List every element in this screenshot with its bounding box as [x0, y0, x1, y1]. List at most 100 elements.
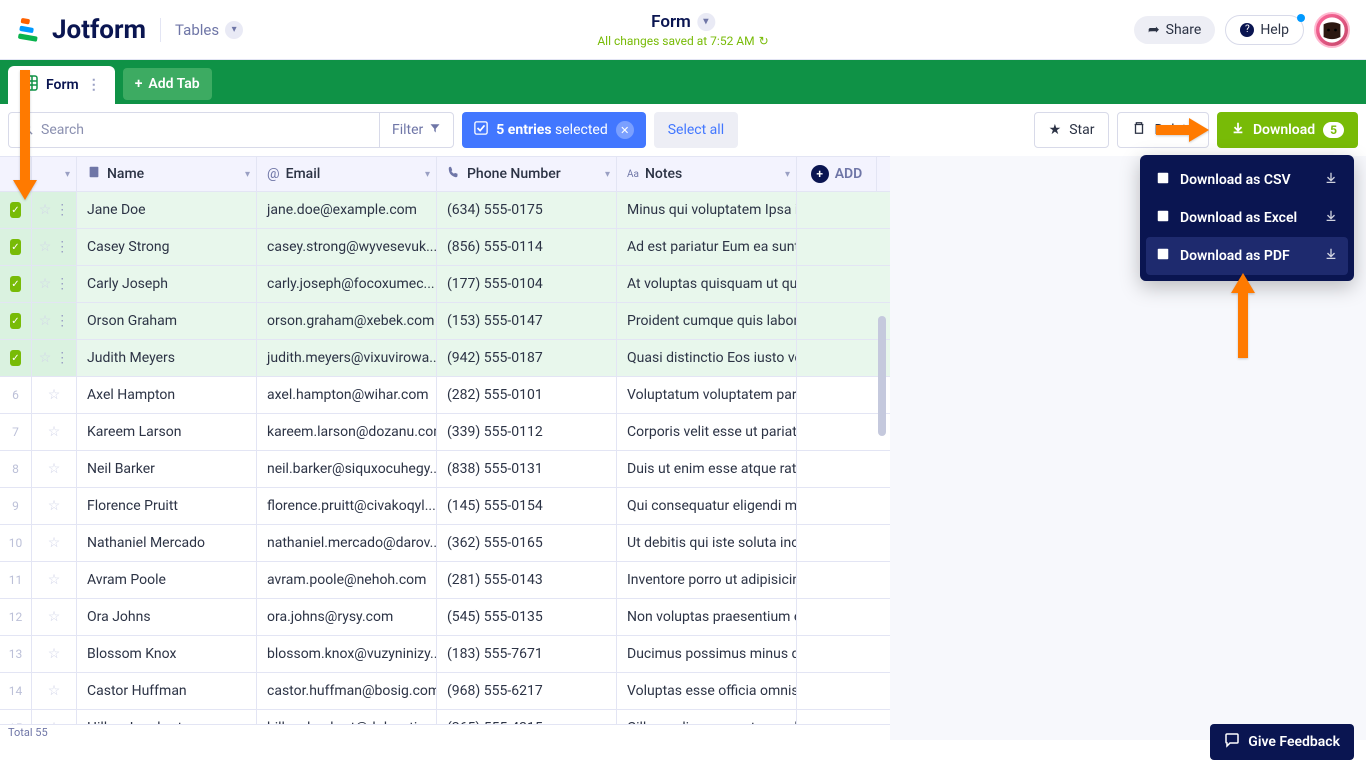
table-row[interactable]: 12☆Ora Johnsora.johns@rysy.com(545) 555-… — [0, 599, 890, 636]
avatar[interactable] — [1314, 12, 1350, 48]
search-box[interactable] — [9, 113, 379, 147]
cell-phone[interactable]: (281) 555-0143 — [437, 562, 617, 598]
cell-name[interactable]: Casey Strong — [77, 229, 257, 265]
cell-name[interactable]: Axel Hampton — [77, 377, 257, 413]
cell-name[interactable]: Neil Barker — [77, 451, 257, 487]
download-excel-item[interactable]: Download as Excel — [1146, 199, 1348, 237]
table-row[interactable]: 11☆Avram Pooleavram.poole@nehoh.com(281)… — [0, 562, 890, 599]
cell-name[interactable]: Kareem Larson — [77, 414, 257, 450]
cell-notes[interactable]: Non voluptas praesentium e... — [617, 599, 797, 635]
star-outline-icon[interactable]: ☆ — [48, 424, 61, 440]
cell-name[interactable]: Ora Johns — [77, 599, 257, 635]
feedback-button[interactable]: Give Feedback — [1210, 724, 1354, 760]
star-outline-icon[interactable]: ☆ — [48, 572, 61, 588]
cell-notes[interactable]: Proident cumque quis labor... — [617, 303, 797, 339]
star-outline-icon[interactable]: ☆ — [39, 239, 52, 255]
cell-phone[interactable]: (177) 555-0104 — [437, 266, 617, 302]
search-input[interactable] — [41, 122, 369, 138]
form-title[interactable]: Form ▾ — [597, 12, 768, 32]
cell-phone[interactable]: (145) 555-0154 — [437, 488, 617, 524]
download-button[interactable]: Download 5 — [1217, 112, 1358, 148]
checkbox-checked-icon[interactable]: ✓ — [10, 350, 21, 366]
cell-name[interactable]: Blossom Knox — [77, 636, 257, 672]
add-tab-button[interactable]: + Add Tab — [123, 68, 212, 100]
cell-notes[interactable]: Quasi distinctio Eos iusto ve... — [617, 340, 797, 376]
cell-notes[interactable]: Voluptatum voluptatem pari... — [617, 377, 797, 413]
star-outline-icon[interactable]: ☆ — [48, 646, 61, 662]
scrollbar[interactable] — [878, 316, 886, 436]
column-notes[interactable]: Aa Notes ▾ — [617, 157, 797, 191]
cell-email[interactable]: blossom.knox@vuzyninizy... — [257, 636, 437, 672]
share-button[interactable]: ➦ Share — [1134, 16, 1215, 44]
column-phone[interactable]: Phone Number ▾ — [437, 157, 617, 191]
cell-phone[interactable]: (968) 555-6217 — [437, 673, 617, 709]
table-row[interactable]: 6☆Axel Hamptonaxel.hampton@wihar.com(282… — [0, 377, 890, 414]
cell-name[interactable]: Orson Graham — [77, 303, 257, 339]
cell-notes[interactable]: Qui consequatur eligendi m... — [617, 488, 797, 524]
row-menu-icon[interactable]: ⋮ — [55, 350, 69, 366]
download-csv-item[interactable]: Download as CSV — [1146, 161, 1348, 199]
cell-name[interactable]: Florence Pruitt — [77, 488, 257, 524]
cell-phone[interactable]: (634) 555-0175 — [437, 192, 617, 228]
cell-email[interactable]: jane.doe@example.com — [257, 192, 437, 228]
star-outline-icon[interactable]: ☆ — [48, 387, 61, 403]
help-button[interactable]: ? Help — [1225, 15, 1304, 45]
cell-notes[interactable]: Corporis velit esse ut pariat... — [617, 414, 797, 450]
cell-phone[interactable]: (362) 555-0165 — [437, 525, 617, 561]
cell-notes[interactable]: Duis ut enim esse atque rati... — [617, 451, 797, 487]
star-outline-icon[interactable]: ☆ — [39, 202, 52, 218]
table-row[interactable]: ✓ ☆⋮ Judith Meyersjudith.meyers@vixuvirowa… — [0, 340, 890, 377]
table-row[interactable]: 10☆Nathaniel Mercadonathaniel.mercado@da… — [0, 525, 890, 562]
cell-email[interactable]: orson.graham@xebek.com — [257, 303, 437, 339]
row-menu-icon[interactable]: ⋮ — [55, 313, 69, 329]
add-column-button[interactable]: + ADD — [797, 157, 877, 191]
cell-email[interactable]: neil.barker@siquxocuhegy... — [257, 451, 437, 487]
star-outline-icon[interactable]: ☆ — [39, 350, 52, 366]
cell-name[interactable]: Avram Poole — [77, 562, 257, 598]
tab-menu-icon[interactable]: ⋮ — [87, 77, 101, 93]
table-row[interactable]: 9☆Florence Pruittflorence.pruitt@civakoq… — [0, 488, 890, 525]
brand-logo[interactable]: Jotform — [16, 15, 146, 45]
cell-name[interactable]: Nathaniel Mercado — [77, 525, 257, 561]
checkbox-checked-icon[interactable]: ✓ — [10, 239, 21, 255]
star-outline-icon[interactable]: ☆ — [39, 313, 52, 329]
cell-phone[interactable]: (856) 555-0114 — [437, 229, 617, 265]
star-outline-icon[interactable]: ☆ — [48, 683, 61, 699]
cell-email[interactable]: axel.hampton@wihar.com — [257, 377, 437, 413]
table-row[interactable]: 8☆Neil Barkerneil.barker@siquxocuhegy...… — [0, 451, 890, 488]
cell-notes[interactable]: Voluptas esse officia omnis i... — [617, 673, 797, 709]
cell-notes[interactable]: Ducimus possimus minus q... — [617, 636, 797, 672]
cell-name[interactable]: Judith Meyers — [77, 340, 257, 376]
star-button[interactable]: ★ Star — [1034, 112, 1110, 148]
cell-phone[interactable]: (545) 555-0135 — [437, 599, 617, 635]
cell-email[interactable]: casey.strong@wyvesevuk... — [257, 229, 437, 265]
cell-email[interactable]: judith.meyers@vixuvirowa... — [257, 340, 437, 376]
table-row[interactable]: ✓ ☆⋮ Carly Josephcarly.joseph@focoxumec...… — [0, 266, 890, 303]
cell-notes[interactable]: Ad est pariatur Eum ea sunt ... — [617, 229, 797, 265]
table-row[interactable]: ✓☆⋮Jane Doejane.doe@example.com(634) 555… — [0, 192, 890, 229]
star-outline-icon[interactable]: ☆ — [48, 609, 61, 625]
cell-phone[interactable]: (942) 555-0187 — [437, 340, 617, 376]
cell-email[interactable]: castor.huffman@bosig.com — [257, 673, 437, 709]
row-menu-icon[interactable]: ⋮ — [55, 239, 69, 255]
cell-email[interactable]: carly.joseph@focoxumec... — [257, 266, 437, 302]
cell-phone[interactable]: (282) 555-0101 — [437, 377, 617, 413]
cell-email[interactable]: florence.pruitt@civakoqyl... — [257, 488, 437, 524]
cell-phone[interactable]: (153) 555-0147 — [437, 303, 617, 339]
row-menu-icon[interactable]: ⋮ — [55, 276, 69, 292]
cell-email[interactable]: avram.poole@nehoh.com — [257, 562, 437, 598]
cell-email[interactable]: ora.johns@rysy.com — [257, 599, 437, 635]
checkbox-checked-icon[interactable]: ✓ — [10, 276, 21, 292]
cell-name[interactable]: Castor Huffman — [77, 673, 257, 709]
cell-notes[interactable]: At voluptas quisquam ut qui... — [617, 266, 797, 302]
cell-phone[interactable]: (339) 555-0112 — [437, 414, 617, 450]
cell-name[interactable]: Carly Joseph — [77, 266, 257, 302]
star-outline-icon[interactable]: ☆ — [39, 276, 52, 292]
table-row[interactable]: ✓☆⋮Orson Grahamorson.graham@xebek.com(15… — [0, 303, 890, 340]
table-row[interactable]: ✓ ☆⋮ Casey Strongcasey.strong@wyvesevuk...… — [0, 229, 890, 266]
cell-email[interactable]: kareem.larson@dozanu.com — [257, 414, 437, 450]
select-all-button[interactable]: Select all — [654, 112, 738, 148]
column-name[interactable]: Name ▾ — [77, 157, 257, 191]
table-row[interactable]: 7☆Kareem Larsonkareem.larson@dozanu.com(… — [0, 414, 890, 451]
cell-phone[interactable]: (838) 555-0131 — [437, 451, 617, 487]
